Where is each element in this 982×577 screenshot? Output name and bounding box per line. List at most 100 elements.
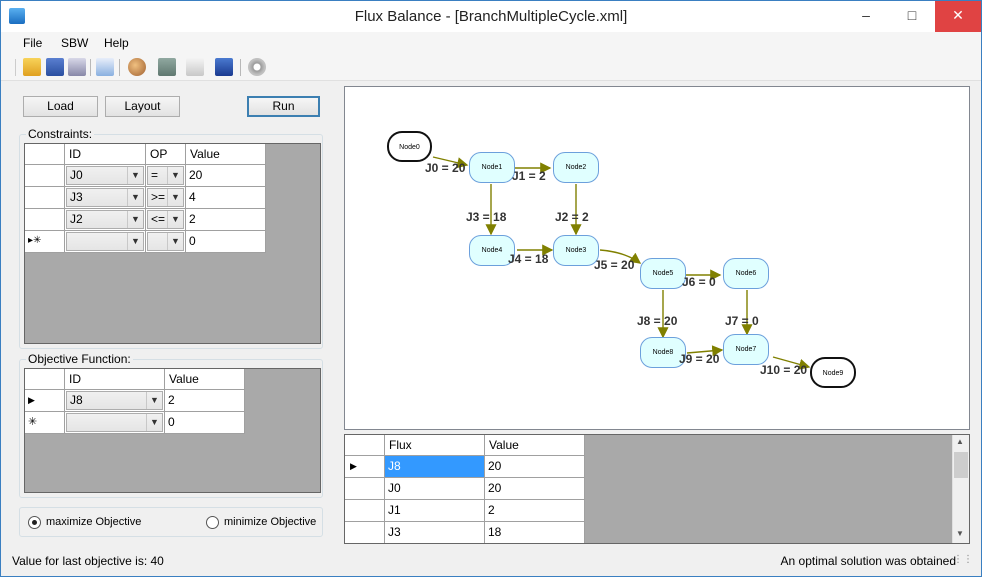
id-combo[interactable]: J0 ▼ [66, 166, 144, 185]
minimize-radio[interactable] [206, 516, 219, 529]
chevron-down-icon[interactable]: ▼ [167, 167, 183, 184]
open-icon[interactable] [23, 58, 41, 76]
op-combo[interactable]: <= ▼ [147, 210, 184, 229]
chart-icon[interactable] [186, 58, 204, 76]
value-cell[interactable]: 20 [186, 165, 266, 187]
close-button[interactable]: ✕ [935, 1, 981, 32]
node-9[interactable]: Node9 [810, 357, 856, 388]
chevron-down-icon[interactable]: ▼ [127, 167, 143, 184]
maximize-button[interactable]: □ [889, 1, 935, 32]
info-icon[interactable] [215, 58, 233, 76]
menu-help[interactable]: Help [104, 36, 129, 50]
column-header-id[interactable]: ID [65, 369, 165, 390]
value-cell[interactable]: 20 [485, 456, 585, 478]
row-header[interactable] [345, 500, 385, 522]
node-3[interactable]: Node3 [553, 235, 599, 266]
current-row-marker[interactable]: ▶ [25, 390, 65, 412]
chevron-down-icon[interactable]: ▼ [127, 189, 143, 206]
chevron-down-icon[interactable]: ▼ [167, 211, 183, 228]
load-button[interactable]: Load [23, 96, 98, 117]
column-header-flux[interactable]: Flux [385, 435, 485, 456]
op-combo[interactable]: >= ▼ [147, 188, 184, 207]
column-header-value[interactable]: Value [186, 144, 266, 165]
results-grid[interactable]: Flux Value ▶ J8 20 J0 20 J1 2 J3 18 ▲ ▼ [344, 434, 970, 544]
chevron-down-icon[interactable]: ▼ [146, 392, 162, 409]
value-cell[interactable]: 0 [186, 231, 266, 253]
constraints-grid[interactable]: ID OP Value J0 ▼ = ▼ 20 J3 ▼ >= ▼ 4 J2 ▼ <= ▼ … [24, 143, 321, 344]
scroll-thumb[interactable] [954, 452, 968, 478]
current-row-marker[interactable]: ▶ [345, 456, 385, 478]
node-6[interactable]: Node6 [723, 258, 769, 289]
value-cell[interactable]: 18 [485, 522, 585, 543]
row-header[interactable] [345, 478, 385, 500]
objective-grid[interactable]: ID Value ▶ J8 ▼ 2 ✳ ▼ 0 [24, 368, 321, 493]
results-scrollbar[interactable]: ▲ ▼ [952, 435, 969, 543]
chevron-down-icon[interactable]: ▼ [146, 414, 162, 431]
op-combo[interactable]: ▼ [147, 232, 184, 251]
chevron-down-icon[interactable]: ▼ [167, 189, 183, 206]
maximize-radio[interactable] [28, 516, 41, 529]
row-header[interactable] [345, 522, 385, 543]
id-cell[interactable]: ▼ [65, 231, 146, 253]
layout-icon[interactable] [158, 58, 176, 76]
op-cell[interactable]: = ▼ [146, 165, 186, 187]
column-header-value[interactable]: Value [485, 435, 585, 456]
save-icon[interactable] [46, 58, 64, 76]
flux-cell[interactable]: J0 [385, 478, 485, 500]
row-header[interactable] [25, 209, 65, 231]
node-7[interactable]: Node7 [723, 334, 769, 365]
minimize-button[interactable]: – [843, 1, 889, 32]
value-cell[interactable]: 4 [186, 187, 266, 209]
id-combo[interactable]: J3 ▼ [66, 188, 144, 207]
resize-grip-icon[interactable]: ⋮⋮ [953, 554, 973, 565]
scroll-down-icon[interactable]: ▼ [956, 529, 964, 538]
node-0[interactable]: Node0 [387, 131, 432, 162]
id-cell[interactable]: J2 ▼ [65, 209, 146, 231]
id-cell[interactable]: J8 ▼ [65, 390, 165, 412]
op-combo[interactable]: = ▼ [147, 166, 184, 185]
id-combo[interactable]: ▼ [66, 413, 163, 432]
maximize-label[interactable]: maximize Objective [46, 516, 141, 528]
id-combo[interactable]: J2 ▼ [66, 210, 144, 229]
id-cell[interactable]: ▼ [65, 412, 165, 434]
value-cell[interactable]: 2 [165, 390, 245, 412]
chevron-down-icon[interactable]: ▼ [127, 233, 143, 250]
node-2[interactable]: Node2 [553, 152, 599, 183]
row-header[interactable] [25, 165, 65, 187]
node-1[interactable]: Node1 [469, 152, 515, 183]
copy-icon[interactable] [96, 58, 114, 76]
new-row-marker[interactable]: ▸✳ [25, 231, 65, 253]
chevron-down-icon[interactable]: ▼ [167, 233, 183, 250]
flux-cell[interactable]: J1 [385, 500, 485, 522]
column-header-op[interactable]: OP [146, 144, 186, 165]
value-cell[interactable]: 0 [165, 412, 245, 434]
scroll-up-icon[interactable]: ▲ [956, 437, 964, 446]
run-button[interactable]: Run [247, 96, 320, 117]
op-cell[interactable]: ▼ [146, 231, 186, 253]
flux-cell[interactable]: J3 [385, 522, 485, 543]
id-cell[interactable]: J3 ▼ [65, 187, 146, 209]
node-5[interactable]: Node5 [640, 258, 686, 289]
layout-button[interactable]: Layout [105, 96, 180, 117]
op-cell[interactable]: >= ▼ [146, 187, 186, 209]
flux-cell-selected[interactable]: J8 [385, 456, 485, 478]
new-row-marker[interactable]: ✳ [25, 412, 65, 434]
print-icon[interactable] [68, 58, 86, 76]
palette-icon[interactable] [128, 58, 146, 76]
value-cell[interactable]: 20 [485, 478, 585, 500]
id-cell[interactable]: J0 ▼ [65, 165, 146, 187]
gear-icon[interactable] [248, 58, 266, 76]
menu-sbw[interactable]: SBW [61, 36, 88, 50]
column-header-value[interactable]: Value [165, 369, 245, 390]
row-header[interactable] [25, 187, 65, 209]
menu-file[interactable]: File [23, 36, 42, 50]
minimize-label[interactable]: minimize Objective [224, 516, 316, 528]
value-cell[interactable]: 2 [485, 500, 585, 522]
chevron-down-icon[interactable]: ▼ [127, 211, 143, 228]
op-cell[interactable]: <= ▼ [146, 209, 186, 231]
id-combo[interactable]: J8 ▼ [66, 391, 163, 410]
value-cell[interactable]: 2 [186, 209, 266, 231]
network-canvas[interactable]: Node0 Node1 Node2 Node4 Node3 Node5 Node… [344, 86, 970, 430]
column-header-id[interactable]: ID [65, 144, 146, 165]
id-combo[interactable]: ▼ [66, 232, 144, 251]
